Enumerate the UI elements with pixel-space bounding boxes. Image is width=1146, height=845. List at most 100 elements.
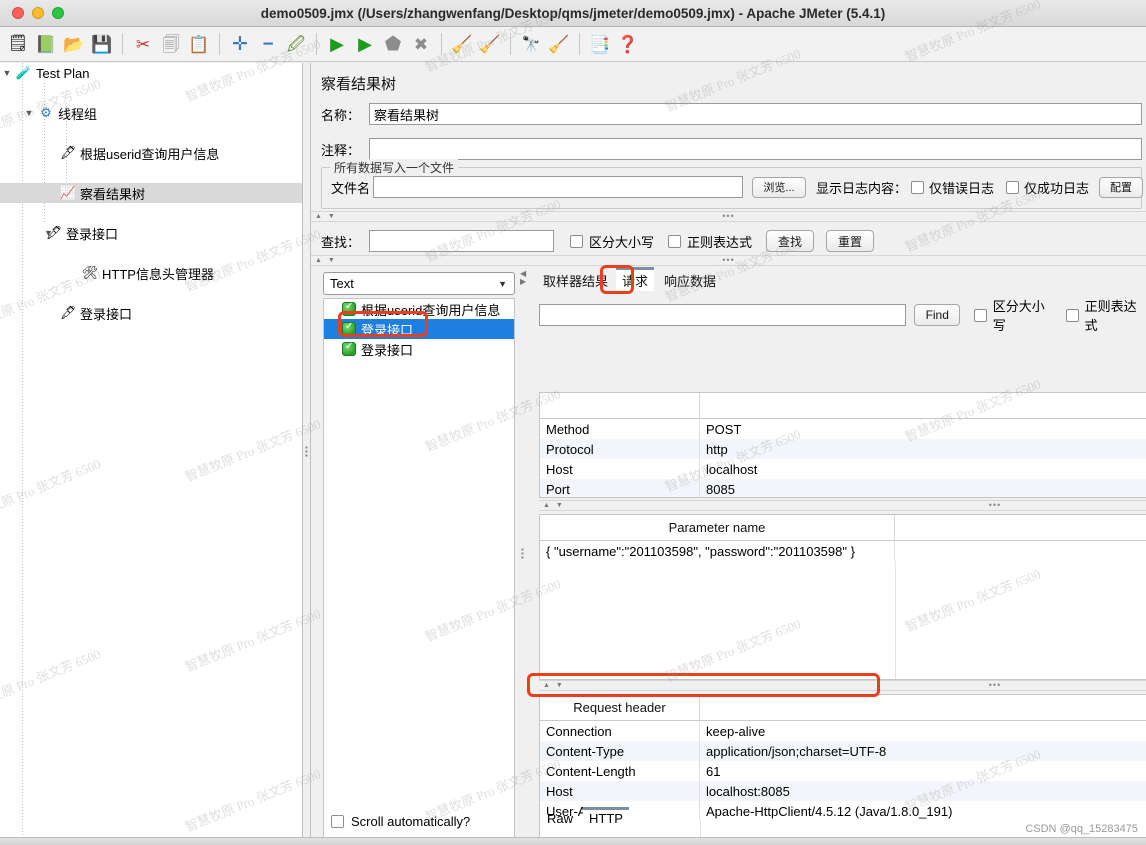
tab-raw[interactable]: Raw [541, 810, 579, 827]
request-find-input[interactable] [539, 304, 907, 326]
tree-item-login-sampler-2[interactable]: 🖋 登录接口 [0, 303, 302, 323]
table-row[interactable]: { "username":"201103598", "password":"20… [540, 541, 1146, 561]
save-icon[interactable]: 💾 [89, 31, 115, 58]
splitter-above-parameters[interactable]: ▲ ▼ ••• [539, 500, 1146, 511]
table-row[interactable]: Protocol http [540, 439, 1146, 459]
chevron-down-icon[interactable]: ▼ [22, 228, 53, 238]
templates-icon[interactable]: 📗 [33, 31, 59, 58]
chevron-down-icon[interactable]: ▼ [0, 68, 14, 78]
tree-item-login-sampler[interactable]: ▼ 🖋 登录接口 [0, 223, 302, 243]
splitter-collapse-arrows[interactable]: ▲ ▼ [315, 257, 337, 264]
column-header[interactable]: Request header [540, 695, 700, 721]
column-header[interactable] [700, 695, 1146, 721]
shutdown-icon[interactable]: ✖ [408, 31, 434, 58]
request-headers-table[interactable]: Request header Connection keep-alive Con… [539, 694, 1146, 837]
tree-item-view-results-tree[interactable]: 📈 察看结果树 [0, 183, 302, 203]
filename-input[interactable] [373, 176, 743, 198]
table-row[interactable]: Host localhost:8085 [540, 781, 1146, 801]
scroll-automatically-checkbox[interactable] [331, 815, 344, 828]
results-splitter[interactable]: ◀ ▶ ▪ ▪ ▪ [517, 268, 531, 827]
splitter-collapse-arrows[interactable]: ▲ ▼ [315, 213, 337, 220]
chevron-down-icon[interactable]: ▼ [22, 108, 36, 118]
tree-item-header-manager[interactable]: 🛠 HTTP信息头管理器 [0, 263, 302, 283]
table-row[interactable]: Port 8085 [540, 479, 1146, 497]
errors-only-checkbox[interactable] [911, 180, 925, 194]
new-icon[interactable]: 🗒 [5, 31, 31, 58]
maximize-window-button[interactable] [52, 7, 64, 19]
name-input[interactable]: 察看结果树 [369, 103, 1142, 125]
tree-item-test-plan[interactable]: ▼ 🧪 Test Plan [0, 63, 302, 83]
table-header-row [540, 393, 1146, 419]
splitter-collapse-arrows[interactable]: ▲ ▼ [543, 502, 565, 509]
minimize-window-button[interactable] [32, 7, 44, 19]
search-icon[interactable]: 🔭 [518, 31, 544, 58]
cell-header-name: Content-Type [540, 741, 700, 761]
test-plan-tree[interactable]: ▼ 🧪 Test Plan ▼ ⚙ 线程组 🖋 根据userid查询用户信息 📈… [0, 63, 303, 837]
tab-response-data[interactable]: 响应数据 [658, 270, 722, 291]
tab-request[interactable]: 请求 [616, 267, 655, 291]
list-item[interactable]: 登录接口 [324, 319, 514, 339]
table-row[interactable]: Connection keep-alive [540, 721, 1146, 741]
success-only-checkbox[interactable] [1006, 180, 1020, 194]
search-regex-label: 正则表达式 [687, 234, 753, 250]
results-list[interactable]: 根据userid查询用户信息 登录接口 登录接口 [323, 298, 515, 837]
toggle-icon[interactable]: 🖉 [283, 31, 309, 58]
splitter-above-search[interactable]: ▲ ▼ ••• [311, 211, 1146, 222]
tree-item-thread-group[interactable]: ▼ ⚙ 线程组 [0, 103, 302, 123]
paste-icon[interactable]: 📋 [186, 31, 212, 58]
tab-http[interactable]: HTTP [583, 807, 629, 827]
request-regex-checkbox[interactable] [1066, 308, 1079, 322]
copy-icon[interactable]: 🗐 [158, 31, 184, 58]
table-row[interactable]: Content-Length 61 [540, 761, 1146, 781]
splitter-collapse-arrows[interactable]: ◀ ▶ [520, 270, 526, 286]
comment-input[interactable] [369, 138, 1142, 160]
close-window-button[interactable] [12, 7, 24, 19]
clear-all-icon[interactable]: 🧹 [477, 31, 503, 58]
reset-button[interactable]: 重置 [826, 230, 875, 252]
search-regex-checkbox[interactable] [668, 234, 682, 248]
cut-icon[interactable]: ✂ [130, 31, 156, 58]
tree-item-label: HTTP信息头管理器 [102, 266, 214, 282]
browse-button[interactable]: 浏览... [752, 176, 806, 198]
splitter-above-headers[interactable]: ▲ ▼ ••• [539, 680, 1146, 691]
table-row[interactable]: Content-Type application/json;charset=UT… [540, 741, 1146, 761]
search-input[interactable] [369, 230, 554, 252]
scroll-automatically-label: Scroll automatically? [351, 814, 471, 829]
tab-sampler-result[interactable]: 取样器结果 [537, 270, 614, 291]
collapse-all-icon[interactable]: − [255, 31, 281, 58]
column-header[interactable]: Parameter name [540, 515, 895, 541]
help-icon[interactable]: ❓ [615, 31, 641, 58]
splitter-collapse-arrows[interactable]: ▲ ▼ [543, 682, 565, 689]
http-sampler-icon: 🖋 [45, 225, 63, 240]
tree-item-http-sampler-userid[interactable]: 🖋 根据userid查询用户信息 [0, 143, 302, 163]
table-row[interactable]: Host localhost [540, 459, 1146, 479]
column-header[interactable] [540, 393, 700, 419]
stop-icon[interactable]: ⬟ [380, 31, 406, 58]
configure-button[interactable]: 配置 [1099, 176, 1144, 198]
table-row[interactable]: User-Agent Apache-HttpClient/4.5.12 (Jav… [540, 801, 1146, 821]
chevron-down-icon[interactable]: ▼ [498, 279, 507, 289]
column-header[interactable]: Value [895, 515, 1146, 541]
start-icon[interactable]: ▶ [324, 31, 350, 58]
request-find-button[interactable]: Find [914, 304, 961, 326]
expand-all-icon[interactable]: ✛ [227, 31, 253, 58]
window-controls [12, 7, 64, 19]
reset-search-icon[interactable]: 🧹 [546, 31, 572, 58]
parameters-table[interactable]: Parameter name Value { "username":"20110… [539, 514, 1146, 680]
list-item[interactable]: 根据userid查询用户信息 [324, 299, 514, 319]
table-row[interactable]: Method POST [540, 419, 1146, 439]
main-vertical-splitter[interactable]: ▪ ▪ ▪ [303, 63, 311, 837]
list-item[interactable]: 登录接口 [324, 339, 514, 359]
clear-icon[interactable]: 🧹 [449, 31, 475, 58]
request-case-sensitive-checkbox[interactable] [974, 308, 987, 322]
function-helper-icon[interactable]: 📑 [587, 31, 613, 58]
splitter-above-results[interactable]: ▲ ▼ ••• [311, 255, 1146, 266]
splitter-grip: ••• [988, 680, 1002, 690]
find-button[interactable]: 查找 [766, 230, 815, 252]
renderer-select[interactable]: Text ▼ [323, 272, 515, 295]
column-header[interactable] [700, 393, 1146, 419]
open-icon[interactable]: 📂 [61, 31, 87, 58]
start-no-pauses-icon[interactable]: ▶ [352, 31, 378, 58]
search-case-sensitive-checkbox[interactable] [570, 234, 583, 248]
request-details-table[interactable]: Method POST Protocol http Host localhost… [539, 392, 1146, 498]
